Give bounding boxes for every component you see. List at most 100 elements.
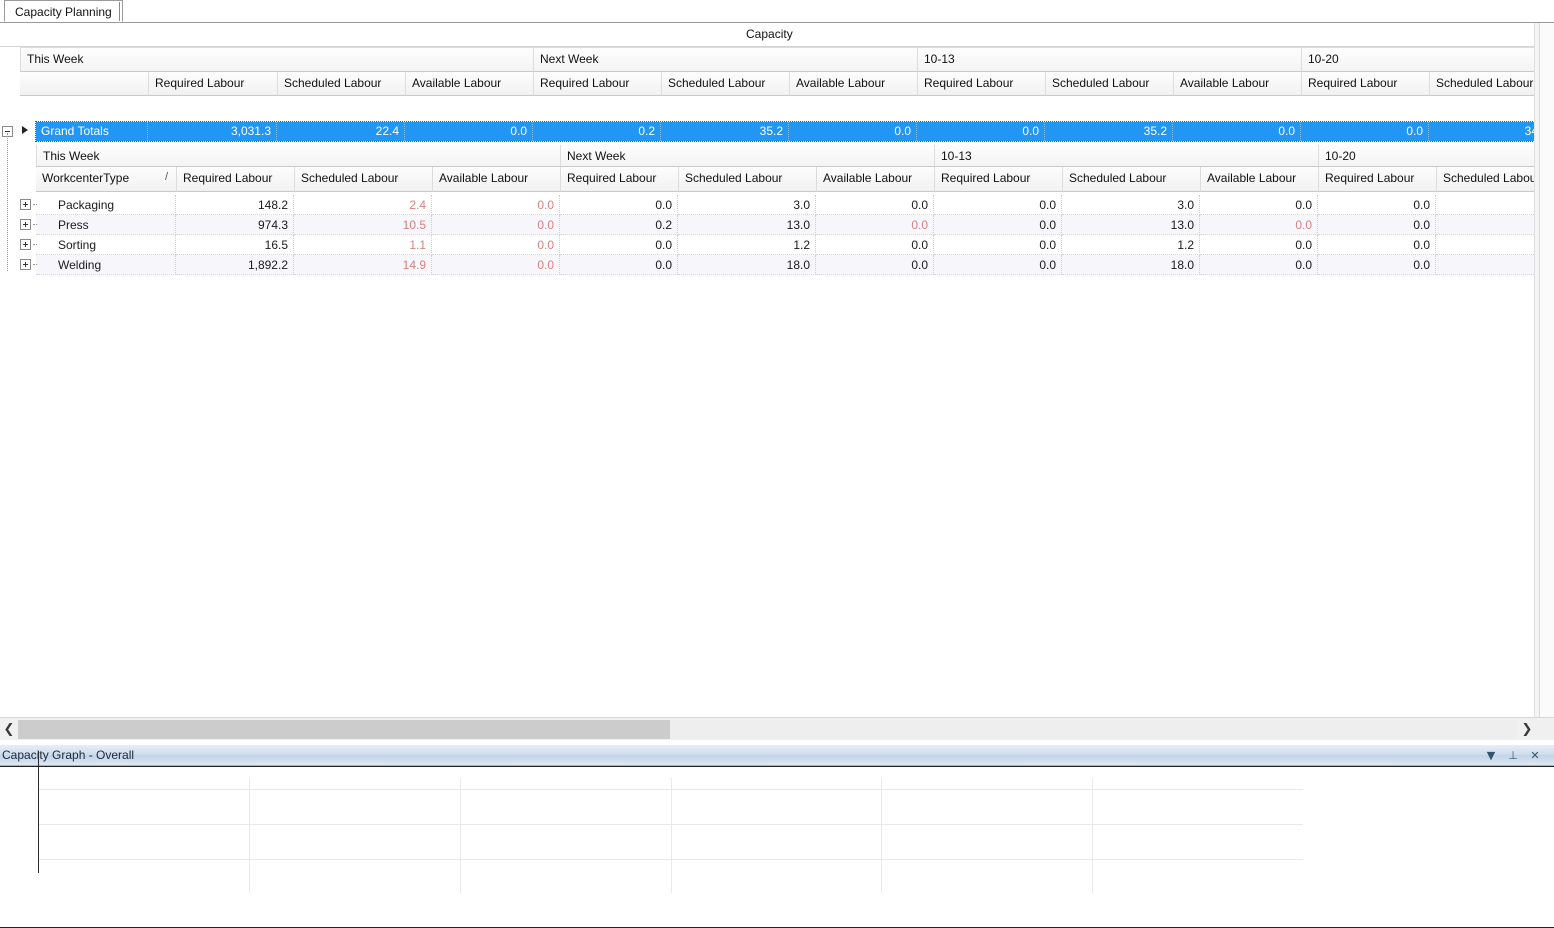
- grand-total-value: 22.4: [277, 122, 405, 141]
- sort-indicator-icon[interactable]: /: [165, 171, 168, 183]
- scroll-right-icon[interactable]: ❯: [1518, 720, 1536, 739]
- outer-column-header-label: Required Labour: [924, 76, 1013, 90]
- outer-group-header[interactable]: 10-20: [1301, 48, 1554, 72]
- chart-gridline-vertical: [671, 778, 672, 893]
- measure-cell: 13.0: [1062, 215, 1200, 235]
- detail-column-header[interactable]: Available Labour: [816, 167, 934, 192]
- outer-group-header-label: Next Week: [540, 52, 598, 66]
- detail-column-header[interactable]: Required Labour: [176, 167, 294, 192]
- measure-cell: 1.2: [1062, 235, 1200, 255]
- detail-group-header-label: 10-13: [941, 149, 972, 163]
- measure-cell: 0.0: [934, 215, 1062, 235]
- grand-totals-row[interactable]: Grand Totals3,031.322.40.00.235.20.00.03…: [36, 122, 1542, 141]
- detail-column-header-label: Available Labour: [439, 171, 528, 185]
- table-row[interactable]: Welding1,892.214.90.00.018.00.00.018.00.…: [36, 255, 1554, 275]
- capacity-graph-panel: Capacity Graph - Overall ▼ ⊥ ✕ Hours 12.…: [0, 745, 1554, 928]
- detail-column-header-workcentertype[interactable]: WorkcenterType/: [36, 167, 176, 192]
- measure-cell: 18.0: [1062, 255, 1200, 275]
- outer-column-header-label: Required Labour: [1308, 76, 1397, 90]
- grid-horizontal-scrollbar[interactable]: ❮ ❯: [0, 717, 1554, 740]
- outer-group-header[interactable]: Next Week: [533, 48, 917, 72]
- detail-column-header[interactable]: Required Labour: [934, 167, 1062, 192]
- outer-column-header[interactable]: Required Labour: [533, 72, 661, 96]
- chevron-down-icon[interactable]: ▼: [1483, 748, 1499, 763]
- grand-total-value: 0.0: [1173, 122, 1301, 141]
- measure-cell: 1.2: [678, 235, 816, 255]
- outer-column-header-label: Scheduled Labour: [668, 76, 765, 90]
- measure-cell: 16.5: [176, 235, 294, 255]
- outer-column-header[interactable]: Required Labour: [917, 72, 1045, 96]
- measure-cell: 0.0: [1200, 195, 1318, 215]
- detail-column-header[interactable]: Required Labour: [1318, 167, 1436, 192]
- outer-group-header[interactable]: 10-13: [917, 48, 1301, 72]
- grand-total-value: 35.2: [1045, 122, 1173, 141]
- outer-column-header-label: Required Labour: [155, 76, 244, 90]
- close-icon[interactable]: ✕: [1527, 748, 1543, 763]
- tab-capacity-planning[interactable]: Capacity Planning: [4, 0, 123, 22]
- detail-group-header[interactable]: Next Week: [560, 145, 934, 167]
- outer-group-header-label: 10-13: [924, 52, 955, 66]
- grand-total-value: 0.0: [789, 122, 917, 141]
- row-expand-icon[interactable]: [20, 239, 31, 250]
- detail-group-header[interactable]: This Week: [36, 145, 560, 167]
- detail-column-header-label: Scheduled Labour: [1443, 171, 1540, 185]
- row-expand-icon[interactable]: [20, 259, 31, 270]
- grand-total-value: 0.0: [405, 122, 533, 141]
- grid-band-capacity: Capacity: [0, 23, 1534, 47]
- detail-column-header[interactable]: Available Labour: [432, 167, 560, 192]
- chart-gridline-vertical: [881, 778, 882, 893]
- outer-column-header[interactable]: Required Labour: [148, 72, 277, 96]
- detail-column-header-label: Required Labour: [1325, 171, 1414, 185]
- row-expand-icon[interactable]: [20, 219, 31, 230]
- measure-cell: 3.0: [1062, 195, 1200, 215]
- measure-cell: 0.0: [560, 195, 678, 215]
- detail-group-header[interactable]: 10-20: [1318, 145, 1554, 167]
- grid-vertical-scrollbar[interactable]: [1534, 23, 1554, 740]
- current-row-indicator-icon: [22, 126, 28, 134]
- row-expand-icon[interactable]: [20, 199, 31, 210]
- pin-icon[interactable]: ⊥: [1505, 748, 1521, 763]
- grand-total-value: 35.2: [661, 122, 789, 141]
- measure-cell: 0.0: [560, 255, 678, 275]
- outer-column-header[interactable]: Available Labour: [1173, 72, 1301, 96]
- outer-column-header[interactable]: Available Labour: [405, 72, 533, 96]
- scroll-left-icon[interactable]: ❮: [0, 720, 18, 739]
- measure-cell: 0.0: [934, 195, 1062, 215]
- outer-group-header[interactable]: This Week: [20, 48, 533, 72]
- tab-strip: Capacity Planning: [0, 0, 1554, 23]
- detail-column-header[interactable]: Scheduled Labour: [678, 167, 816, 192]
- grid-band-title: Capacity: [746, 27, 793, 41]
- measure-cell: 3.0: [678, 195, 816, 215]
- detail-column-header[interactable]: Available Labour: [1200, 167, 1318, 192]
- outer-column-header[interactable]: Available Labour: [789, 72, 917, 96]
- detail-column-header[interactable]: Scheduled Labour: [1062, 167, 1200, 192]
- tree-connector-stub: [33, 264, 37, 265]
- detail-column-header[interactable]: Scheduled Labour: [294, 167, 432, 192]
- detail-column-header-label: Required Labour: [183, 171, 272, 185]
- outer-column-header-row: Required LabourScheduled LabourAvailable…: [20, 72, 1534, 96]
- grid-vertical-scrollbar-track[interactable]: [1539, 23, 1554, 740]
- table-row[interactable]: Press974.310.50.00.213.00.00.013.00.00.0…: [36, 215, 1554, 235]
- grid-horizontal-scrollbar-thumb[interactable]: [18, 720, 670, 739]
- detail-column-header[interactable]: Required Labour: [560, 167, 678, 192]
- table-row[interactable]: Sorting16.51.10.00.01.20.00.01.20.00.0: [36, 235, 1554, 255]
- grand-total-value: 0.2: [533, 122, 661, 141]
- measure-cell: 0.0: [432, 215, 560, 235]
- measure-cell: 1.1: [294, 235, 432, 255]
- outer-column-header[interactable]: Required Labour: [1301, 72, 1429, 96]
- measure-cell: 10.5: [294, 215, 432, 235]
- measure-cell: 0.0: [1318, 215, 1436, 235]
- measure-cell: 0.0: [432, 195, 560, 215]
- outer-column-header[interactable]: Scheduled Labour: [661, 72, 789, 96]
- tree-connector-stub: [33, 204, 37, 205]
- outer-column-header[interactable]: Scheduled Labour: [277, 72, 405, 96]
- grand-total-value: 0.0: [1301, 122, 1429, 141]
- measure-cell: 0.0: [816, 195, 934, 215]
- table-row[interactable]: Packaging148.22.40.00.03.00.00.03.00.00.…: [36, 195, 1554, 215]
- detail-group-header[interactable]: 10-13: [934, 145, 1318, 167]
- outer-column-header[interactable]: Scheduled Labour: [1045, 72, 1173, 96]
- detail-group-header-label: This Week: [43, 149, 99, 163]
- detail-column-header-label: Available Labour: [1207, 171, 1296, 185]
- outer-group-header-label: This Week: [27, 52, 83, 66]
- plot-canvas: [38, 778, 1303, 893]
